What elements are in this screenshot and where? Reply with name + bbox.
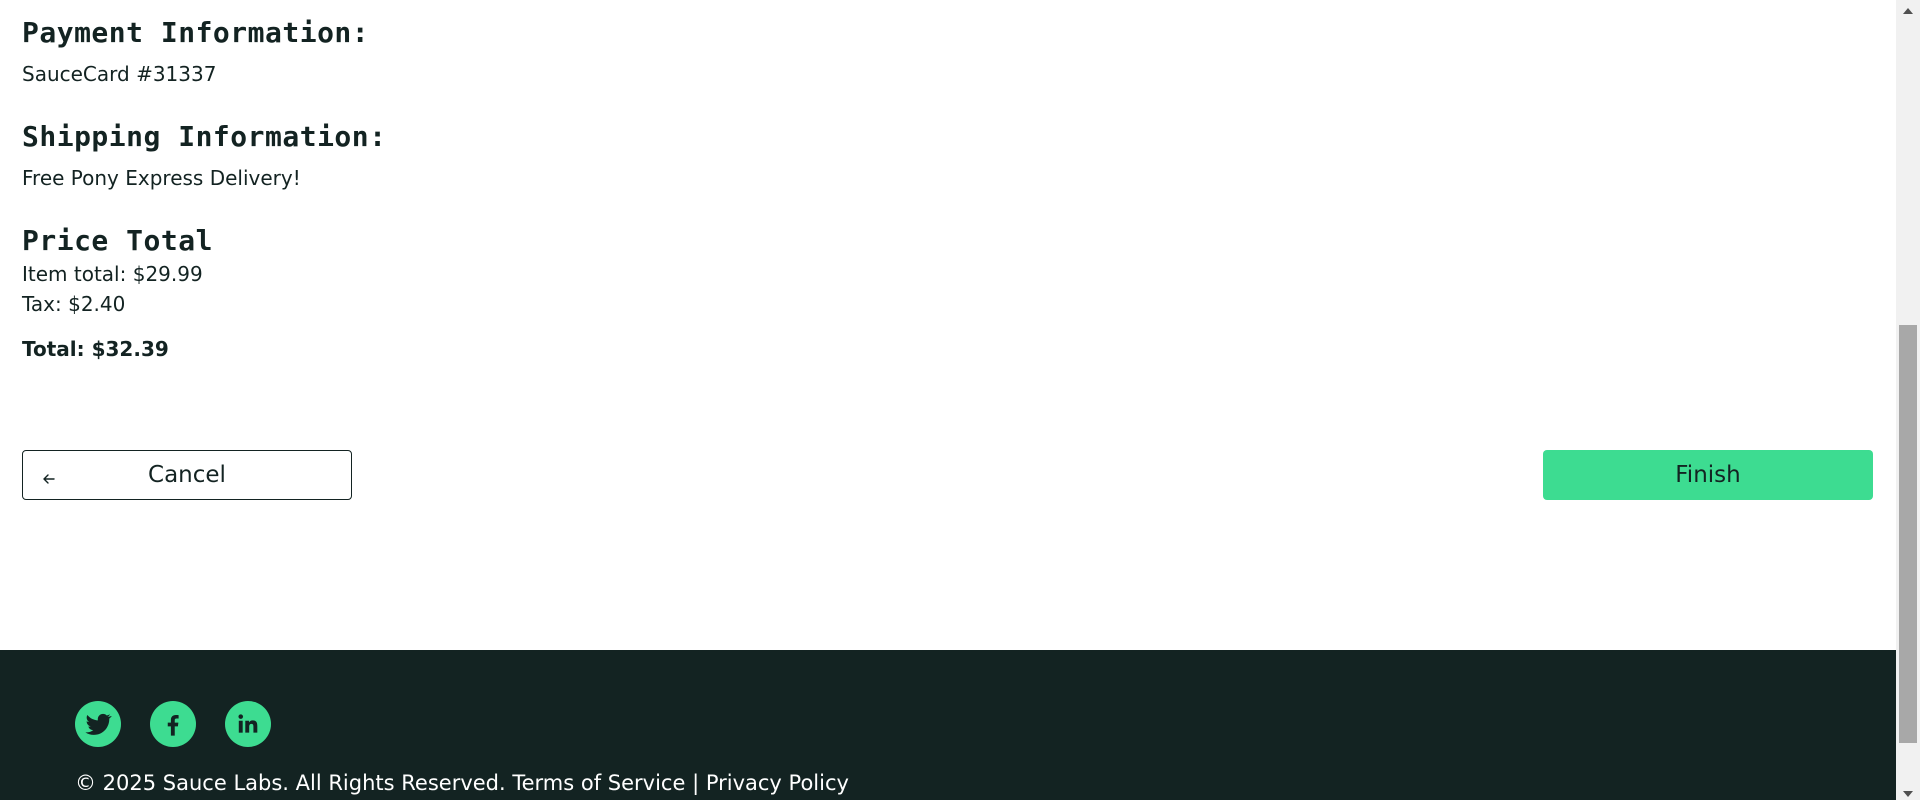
scrollbar-thumb[interactable] [1899,325,1917,743]
cancel-button[interactable]: Cancel [22,450,352,500]
twitter-icon [83,709,113,739]
footer: © 2025 Sauce Labs. All Rights Reserved. … [0,650,1896,800]
linkedin-link[interactable] [225,701,271,747]
price-total-label: Price Total [22,224,213,257]
scroll-up-arrow[interactable] [1896,0,1920,17]
facebook-icon [159,710,187,738]
finish-button-label: Finish [1675,462,1741,488]
payment-info-value: SauceCard #31337 [22,62,217,86]
checkout-overview-page: Payment Information: SauceCard #31337 Sh… [0,0,1896,800]
linkedin-icon [235,711,261,737]
twitter-link[interactable] [75,701,121,747]
shipping-info-value: Free Pony Express Delivery! [22,166,301,190]
cancel-button-label: Cancel [148,462,226,488]
facebook-link[interactable] [150,701,196,747]
payment-info-label: Payment Information: [22,16,370,49]
triangle-down-icon [1903,782,1913,801]
footer-copyright: © 2025 Sauce Labs. All Rights Reserved. … [75,771,849,795]
total-value: Total: $32.39 [22,337,169,361]
triangle-up-icon [1903,0,1913,18]
vertical-scrollbar[interactable] [1896,0,1920,800]
arrow-left-icon [41,467,57,484]
scroll-down-arrow[interactable] [1896,783,1920,800]
shipping-info-label: Shipping Information: [22,120,387,153]
item-total: Item total: $29.99 [22,262,203,286]
tax-value: Tax: $2.40 [22,292,126,316]
finish-button[interactable]: Finish [1543,450,1873,500]
